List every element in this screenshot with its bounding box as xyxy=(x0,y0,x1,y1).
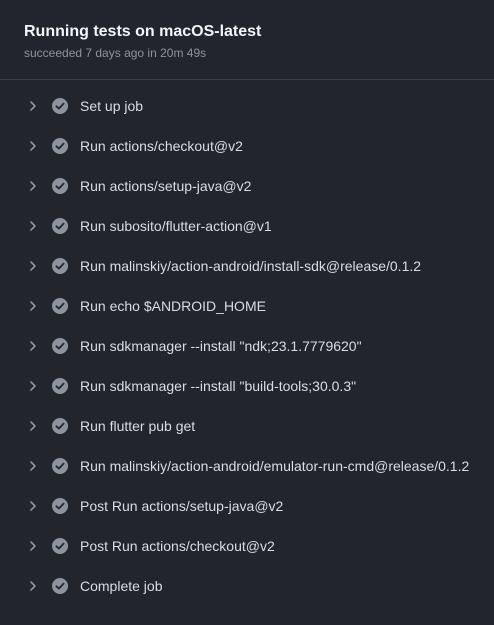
step-row[interactable]: Run sdkmanager --install "ndk;23.1.77796… xyxy=(0,326,494,366)
step-name: Run actions/checkout@v2 xyxy=(80,138,243,154)
step-list: Set up job Run actions/checkout@v2 Run a… xyxy=(0,80,494,606)
check-circle-icon xyxy=(52,218,68,234)
check-circle-icon xyxy=(52,378,68,394)
check-circle-icon xyxy=(52,258,68,274)
chevron-right-icon[interactable] xyxy=(27,99,39,113)
chevron-right-icon[interactable] xyxy=(27,259,39,273)
chevron-right-icon[interactable] xyxy=(27,499,39,513)
chevron-right-icon[interactable] xyxy=(27,299,39,313)
check-circle-icon xyxy=(52,178,68,194)
job-status-text: succeeded 7 days ago in 20m 49s xyxy=(24,46,207,60)
job-header: Running tests on macOS-latest succeeded … xyxy=(0,0,494,80)
step-name: Complete job xyxy=(80,578,163,594)
step-name: Post Run actions/checkout@v2 xyxy=(80,538,275,554)
check-circle-icon xyxy=(52,578,68,594)
step-row[interactable]: Run malinskiy/action-android/emulator-ru… xyxy=(0,446,494,486)
chevron-right-icon[interactable] xyxy=(27,219,39,233)
chevron-right-icon[interactable] xyxy=(27,579,39,593)
step-name: Post Run actions/setup-java@v2 xyxy=(80,498,284,514)
step-name: Set up job xyxy=(80,98,144,114)
step-name: Run echo $ANDROID_HOME xyxy=(80,298,266,314)
chevron-right-icon[interactable] xyxy=(27,179,39,193)
check-circle-icon xyxy=(52,298,68,314)
step-name: Run sdkmanager --install "ndk;23.1.77796… xyxy=(80,338,362,354)
step-row[interactable]: Set up job xyxy=(0,86,494,126)
chevron-right-icon[interactable] xyxy=(27,139,39,153)
chevron-right-icon[interactable] xyxy=(27,459,39,473)
step-row[interactable]: Run malinskiy/action-android/install-sdk… xyxy=(0,246,494,286)
step-name: Run sdkmanager --install "build-tools;30… xyxy=(80,378,357,394)
step-row[interactable]: Complete job xyxy=(0,566,494,606)
step-row[interactable]: Run sdkmanager --install "build-tools;30… xyxy=(0,366,494,406)
chevron-right-icon[interactable] xyxy=(27,539,39,553)
step-row[interactable]: Run subosito/flutter-action@v1 xyxy=(0,206,494,246)
check-circle-icon xyxy=(52,338,68,354)
check-circle-icon xyxy=(52,138,68,154)
step-row[interactable]: Run echo $ANDROID_HOME xyxy=(0,286,494,326)
step-row[interactable]: Run flutter pub get xyxy=(0,406,494,446)
step-row[interactable]: Post Run actions/setup-java@v2 xyxy=(0,486,494,526)
chevron-right-icon[interactable] xyxy=(27,339,39,353)
chevron-right-icon[interactable] xyxy=(27,419,39,433)
step-row[interactable]: Run actions/checkout@v2 xyxy=(0,126,494,166)
check-circle-icon xyxy=(52,498,68,514)
step-name: Run malinskiy/action-android/install-sdk… xyxy=(80,258,422,274)
step-name: Run subosito/flutter-action@v1 xyxy=(80,218,272,234)
step-row[interactable]: Post Run actions/checkout@v2 xyxy=(0,526,494,566)
step-name: Run actions/setup-java@v2 xyxy=(80,178,252,194)
step-row[interactable]: Run actions/setup-java@v2 xyxy=(0,166,494,206)
step-name: Run flutter pub get xyxy=(80,418,196,434)
check-circle-icon xyxy=(52,418,68,434)
step-name: Run malinskiy/action-android/emulator-ru… xyxy=(80,458,470,474)
job-title: Running tests on macOS-latest xyxy=(24,23,262,40)
check-circle-icon xyxy=(52,98,68,114)
chevron-right-icon[interactable] xyxy=(27,379,39,393)
check-circle-icon xyxy=(52,458,68,474)
check-circle-icon xyxy=(52,538,68,554)
